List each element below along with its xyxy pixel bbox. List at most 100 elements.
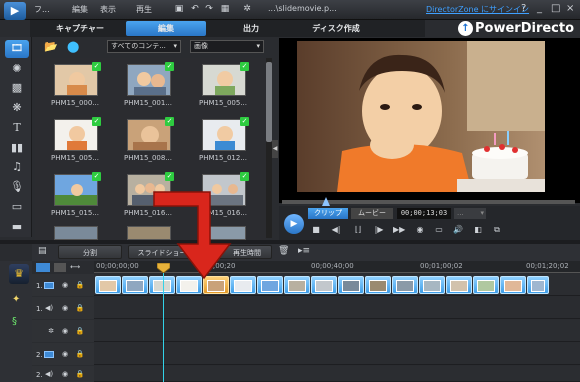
lock-icon[interactable]: 🔒 [75, 304, 85, 313]
save-icon[interactable]: ▣ [174, 4, 184, 14]
directorzone-signin-link[interactable]: DirectorZone にサインイン [426, 4, 529, 15]
timeline-clip[interactable] [257, 276, 283, 294]
timeline-clip[interactable] [392, 276, 418, 294]
timeline-clip[interactable] [500, 276, 526, 294]
eye-icon[interactable]: ◉ [60, 304, 70, 313]
app-icon[interactable]: ▶ [4, 2, 26, 20]
media-type-select[interactable]: 画像 ▾ [190, 40, 264, 53]
snapshot-icon[interactable]: ◉ [414, 224, 426, 235]
undo-icon[interactable]: ↶ [190, 4, 200, 14]
magic-wand-icon[interactable]: ✦ [12, 294, 20, 305]
lock-icon[interactable]: 🔒 [75, 327, 85, 336]
timeline-clip[interactable] [284, 276, 310, 294]
play-button[interactable]: ▶ [284, 214, 304, 234]
chapter-room-icon[interactable]: ▭ [9, 200, 25, 214]
lock-icon[interactable]: 🔒 [75, 370, 85, 379]
volume-icon[interactable]: 🔊 [452, 224, 464, 235]
timeline-clip[interactable] [122, 276, 148, 294]
timeline-playhead[interactable] [163, 264, 164, 382]
timeline-mode-icon[interactable] [36, 263, 50, 272]
tab-capture[interactable]: キャプチャー [40, 21, 120, 36]
media-label: PHM15_012... [199, 154, 247, 162]
video-track-2[interactable] [32, 343, 580, 365]
menu-play[interactable]: 再生 [136, 4, 152, 15]
effect-room-icon[interactable]: ✺ [9, 62, 25, 76]
close-button[interactable]: × [566, 3, 574, 14]
3d-icon[interactable]: ◧ [472, 224, 484, 235]
track-manager-icon[interactable]: ♛ [9, 264, 29, 284]
clip-mode-tab[interactable]: クリップ [308, 208, 348, 219]
tab-edit[interactable]: 編集 [126, 21, 206, 36]
subtitle-room-icon[interactable]: ▬ [9, 220, 25, 234]
timeline-clip[interactable] [95, 276, 121, 294]
timeline-clip[interactable] [365, 276, 391, 294]
next-frame-icon[interactable]: |▶ [373, 224, 385, 235]
title-room-icon[interactable]: T [9, 121, 25, 135]
movie-mode-tab[interactable]: ムービー [351, 208, 393, 219]
gear-icon[interactable]: ✲ [242, 4, 252, 14]
tab-output[interactable]: 出力 [215, 21, 287, 36]
lock-icon[interactable]: 🔒 [75, 350, 85, 359]
layout-icon[interactable]: ▦ [220, 4, 230, 14]
restore-button[interactable]: □ [551, 3, 560, 14]
ruler-tick: 00;01;00;02 [420, 262, 463, 270]
menu-view[interactable]: 表示 [100, 4, 116, 15]
panel-collapse-handle[interactable]: ◀ [272, 140, 278, 158]
split-button[interactable]: 分割 [58, 245, 122, 259]
timecode-display[interactable]: 00;00;13;03 [397, 208, 451, 219]
particle-room-icon[interactable]: ❋ [9, 101, 25, 115]
timeline-clip[interactable] [527, 276, 549, 294]
chevron-down-icon: ▾ [480, 209, 484, 217]
download-content-icon[interactable]: ⬤ [67, 40, 81, 53]
audio-mixing-icon[interactable]: ♫ [9, 160, 25, 174]
timeline-view-icon[interactable]: ▤ [38, 246, 50, 258]
timeline-clip[interactable] [338, 276, 364, 294]
check-icon: ✓ [165, 62, 174, 71]
timeline-clip[interactable] [446, 276, 472, 294]
eye-icon[interactable]: ◉ [60, 327, 70, 336]
menu-edit[interactable]: 編集 [72, 4, 88, 15]
eye-icon[interactable]: ◉ [60, 281, 70, 290]
eye-icon[interactable]: ◉ [60, 350, 70, 359]
library-scrollbar-thumb[interactable] [266, 62, 272, 142]
help-button[interactable]: ? [521, 3, 526, 14]
clip-thumbnail [450, 280, 468, 292]
lock-icon[interactable]: 🔒 [75, 281, 85, 290]
undock-icon[interactable]: ⧉ [491, 224, 503, 235]
timeline-clip[interactable] [311, 276, 337, 294]
audio-track-2[interactable] [32, 366, 580, 382]
minimize-button[interactable]: _ [537, 3, 542, 14]
previous-frame-icon[interactable]: ◀| [330, 224, 342, 235]
clip-thumbnail [288, 280, 306, 292]
import-folder-icon[interactable]: 📂 [44, 40, 58, 53]
media-room-icon[interactable]: 🎞 [5, 40, 29, 58]
pip-room-icon[interactable]: ▩ [9, 81, 25, 95]
trash-icon[interactable]: 🗑 [278, 246, 289, 256]
check-icon: ✓ [240, 62, 249, 71]
voiceover-icon[interactable]: 🎙 [9, 180, 25, 194]
menu-file[interactable]: フ... [34, 4, 50, 15]
content-filter-select[interactable]: すべてのコンテ... ▾ [107, 40, 181, 53]
timeline-clip[interactable] [473, 276, 499, 294]
stop-icon[interactable]: ■ [310, 224, 322, 235]
split-mark-icon[interactable]: ⌊⌋ [352, 224, 364, 235]
redo-icon[interactable]: ↷ [204, 4, 214, 14]
fast-forward-icon[interactable]: ▶▶ [393, 224, 405, 235]
more-options-icon[interactable]: ▸≡ [298, 246, 310, 256]
preview-quality-select[interactable]: ... ▾ [454, 208, 486, 219]
transition-room-icon[interactable]: ▮▮ [9, 141, 25, 155]
audio-track-1[interactable] [32, 297, 580, 319]
clip-thumbnail [153, 280, 171, 292]
zoom-fit-icon[interactable]: ⟷ [70, 263, 88, 272]
fx-track[interactable] [32, 320, 580, 342]
media-thumbnail[interactable] [54, 226, 98, 240]
tab-disc[interactable]: ディスク作成 [300, 21, 372, 36]
timeline-clip[interactable] [419, 276, 445, 294]
media-label: PHM15_015... [51, 209, 99, 217]
display-icon[interactable]: ▭ [433, 224, 445, 235]
storyboard-mode-icon[interactable] [54, 263, 66, 272]
check-icon: ✓ [240, 172, 249, 181]
eye-icon[interactable]: ◉ [60, 370, 70, 379]
magic-tools-icon[interactable]: § [12, 316, 17, 327]
ruler-tick: 00;00;40;00 [311, 262, 354, 270]
